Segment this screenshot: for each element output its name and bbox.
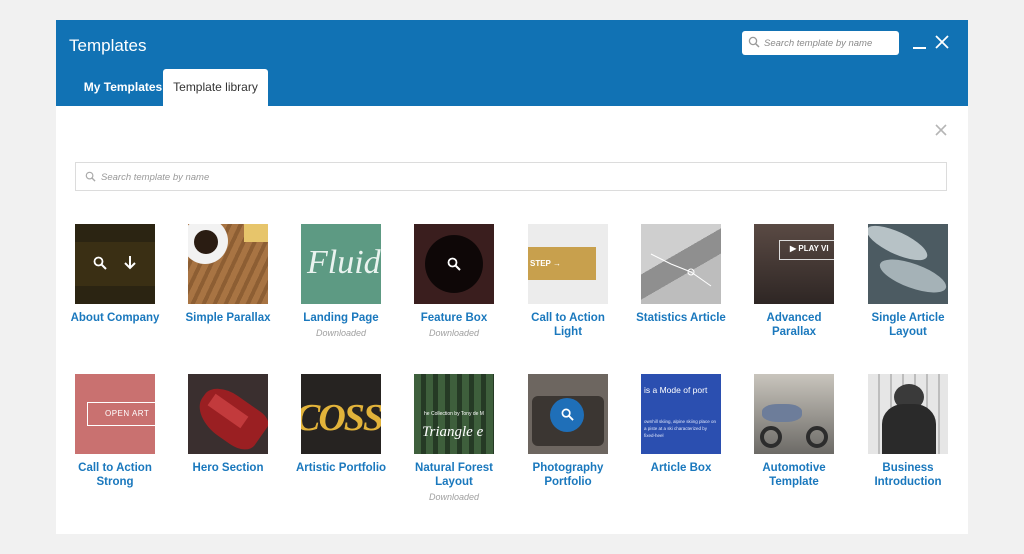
thumbnail-button-text: OPEN ART xyxy=(105,409,150,418)
template-card[interactable]: Automotive Template xyxy=(744,374,844,489)
template-thumbnail[interactable] xyxy=(868,374,948,454)
close-icon[interactable] xyxy=(935,35,949,49)
thumbnail-button-text: STEP → xyxy=(530,259,561,268)
modal-title: Templates xyxy=(69,36,147,55)
template-name[interactable]: About Company xyxy=(65,311,165,325)
template-card[interactable]: Feature Box Downloaded xyxy=(404,224,504,338)
template-thumbnail[interactable]: OPEN ART xyxy=(75,374,155,454)
chart-line-graphic xyxy=(650,253,712,287)
template-card[interactable]: STEP → Call to Action Light xyxy=(518,224,618,339)
templates-modal: Templates My Templates Template library xyxy=(56,20,968,534)
template-thumbnail[interactable] xyxy=(414,224,494,304)
template-thumbnail[interactable]: Fluid xyxy=(301,224,381,304)
library-search-input[interactable] xyxy=(101,167,931,187)
template-thumbnail[interactable] xyxy=(754,374,834,454)
template-card[interactable]: Business Introduction xyxy=(858,374,958,489)
thumbnail-title-text: is a Mode of port xyxy=(644,385,708,395)
search-icon xyxy=(85,171,96,182)
downloaded-status: Downloaded xyxy=(315,328,367,338)
template-thumbnail[interactable]: he Collection by Tony de M Triangle e xyxy=(414,374,494,454)
downloaded-status: Downloaded xyxy=(428,492,480,502)
template-name[interactable]: Feature Box xyxy=(404,311,504,325)
template-card[interactable]: About Company xyxy=(65,224,165,325)
template-thumbnail[interactable] xyxy=(641,224,721,304)
magnify-icon[interactable] xyxy=(561,408,574,421)
template-thumbnail[interactable]: is a Mode of port ownhill skiing, alpine… xyxy=(641,374,721,454)
template-name[interactable]: Artistic Portfolio xyxy=(291,461,391,475)
template-card[interactable]: Hero Section xyxy=(178,374,278,475)
template-card[interactable]: Simple Parallax xyxy=(178,224,278,325)
magnify-icon[interactable] xyxy=(93,256,107,270)
template-card[interactable]: he Collection by Tony de M Triangle e Na… xyxy=(404,374,504,502)
tab-my-templates[interactable]: My Templates xyxy=(69,69,177,106)
template-thumbnail[interactable] xyxy=(528,374,608,454)
template-card[interactable]: COSS Artistic Portfolio xyxy=(291,374,391,475)
template-card[interactable]: OPEN ART Call to Action Strong xyxy=(65,374,165,489)
template-thumbnail[interactable]: ▶ PLAY VI xyxy=(754,224,834,304)
template-thumbnail[interactable]: STEP → xyxy=(528,224,608,304)
template-name[interactable]: Business Introduction xyxy=(858,461,958,489)
template-card[interactable]: is a Mode of port ownhill skiing, alpine… xyxy=(631,374,731,475)
template-name[interactable]: Call to Action Strong xyxy=(65,461,165,489)
close-library-icon[interactable] xyxy=(935,124,947,136)
thumbnail-script-text: Fluid xyxy=(307,244,381,281)
template-thumbnail[interactable] xyxy=(868,224,948,304)
modal-header: Templates My Templates Template library xyxy=(56,20,968,106)
template-thumbnail[interactable] xyxy=(188,224,268,304)
header-search-input[interactable] xyxy=(764,33,892,53)
template-name[interactable]: Automotive Template xyxy=(744,461,844,489)
library-search-box[interactable] xyxy=(75,162,947,191)
thumbnail-play-text: ▶ PLAY VI xyxy=(790,244,829,253)
download-icon[interactable] xyxy=(123,255,137,271)
template-name[interactable]: Statistics Article xyxy=(631,311,731,325)
template-name[interactable]: Natural Forest Layout xyxy=(404,461,504,489)
template-thumbnail[interactable]: COSS xyxy=(301,374,381,454)
template-name[interactable]: Hero Section xyxy=(178,461,278,475)
template-card[interactable]: ▶ PLAY VI Advanced Parallax xyxy=(744,224,844,339)
template-card[interactable]: Statistics Article xyxy=(631,224,731,325)
template-name[interactable]: Call to Action Light xyxy=(518,311,618,339)
template-name[interactable]: Simple Parallax xyxy=(178,311,278,325)
template-card[interactable]: Photography Portfolio xyxy=(518,374,618,489)
thumbnail-body-text: ownhill skiing, alpine skiing place on a… xyxy=(644,419,717,438)
thumbnail-letter-text: COSS xyxy=(301,397,381,439)
thumbnail-caption-text: he Collection by Tony de M xyxy=(424,411,484,417)
template-name[interactable]: Landing Page xyxy=(291,311,391,325)
header-search-box[interactable] xyxy=(742,31,899,55)
template-name[interactable]: Article Box xyxy=(631,461,731,475)
template-card[interactable]: Single Article Layout xyxy=(858,224,958,339)
template-name[interactable]: Advanced Parallax xyxy=(744,311,844,339)
template-card[interactable]: Fluid Landing Page Downloaded xyxy=(291,224,391,338)
thumbnail-script-text: Triangle e xyxy=(422,424,484,440)
search-icon xyxy=(748,36,760,48)
template-name[interactable]: Photography Portfolio xyxy=(518,461,618,489)
template-thumbnail[interactable] xyxy=(188,374,268,454)
tab-template-library[interactable]: Template library xyxy=(163,69,268,106)
downloaded-status: Downloaded xyxy=(428,328,480,338)
magnify-icon[interactable] xyxy=(447,257,461,271)
template-name[interactable]: Single Article Layout xyxy=(858,311,958,339)
minimize-icon[interactable] xyxy=(913,47,926,49)
template-thumbnail[interactable] xyxy=(75,224,155,304)
